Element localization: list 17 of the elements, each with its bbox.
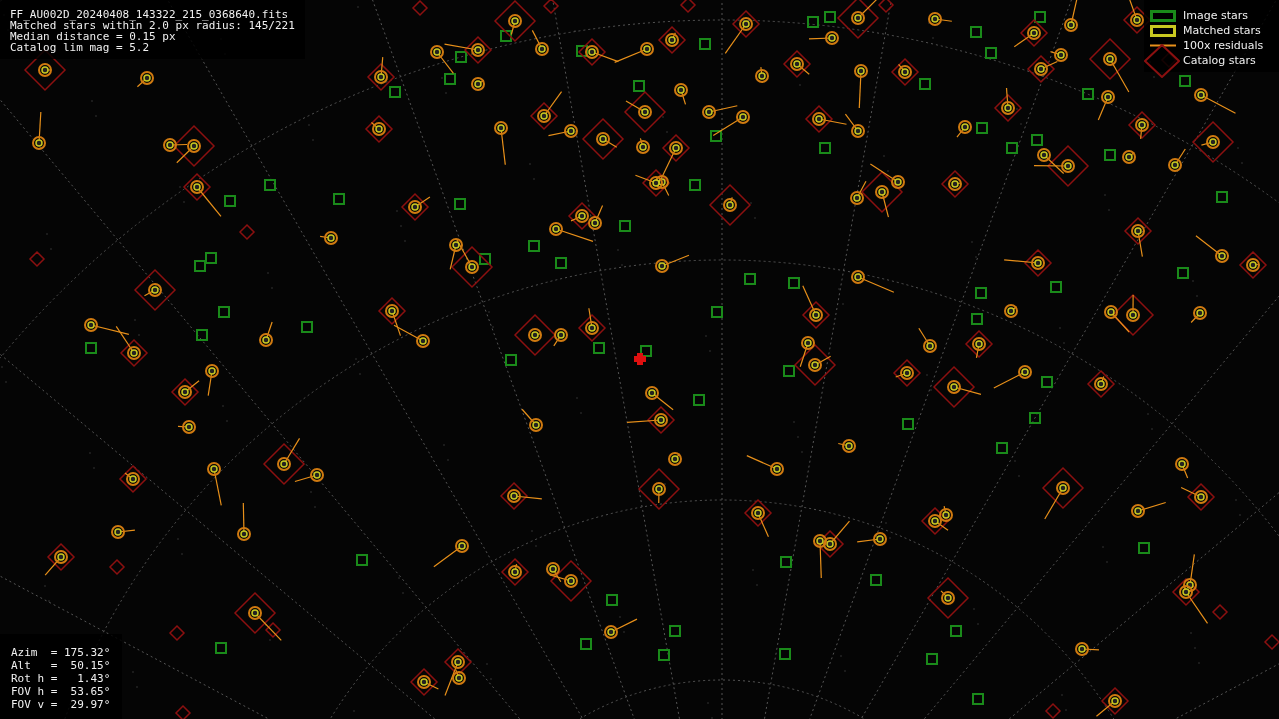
file-info-text: Catalog lim mag = 5.2 bbox=[10, 42, 151, 53]
file-info-text: Matched stars within 2.0 px radius: 145/221 bbox=[10, 20, 295, 31]
legend-label: 100x residuals bbox=[1183, 39, 1264, 52]
rectangle-icon bbox=[1150, 24, 1176, 37]
line-icon bbox=[1150, 44, 1176, 47]
square-icon bbox=[1150, 9, 1176, 22]
view-info-text: FOV v = 29.97° bbox=[11, 698, 111, 711]
file-info-text: Median distance = 0.15 px bbox=[10, 31, 176, 42]
file-info-text: FF_AU002D_20240408_143322_215_0368640.fits bbox=[10, 9, 290, 20]
legend-label: Catalog stars bbox=[1183, 54, 1256, 67]
view-info-text: Rot h = 1.43° bbox=[11, 672, 111, 685]
legend-label: Matched stars bbox=[1183, 24, 1261, 37]
view-info-text: Azim = 175.32° bbox=[11, 646, 111, 659]
view-info-text: Alt = 50.15° bbox=[11, 659, 111, 672]
legend-label: Image stars bbox=[1183, 9, 1248, 22]
view-info-text: FOV h = 53.65° bbox=[11, 685, 111, 698]
diamond-icon bbox=[1144, 44, 1180, 78]
